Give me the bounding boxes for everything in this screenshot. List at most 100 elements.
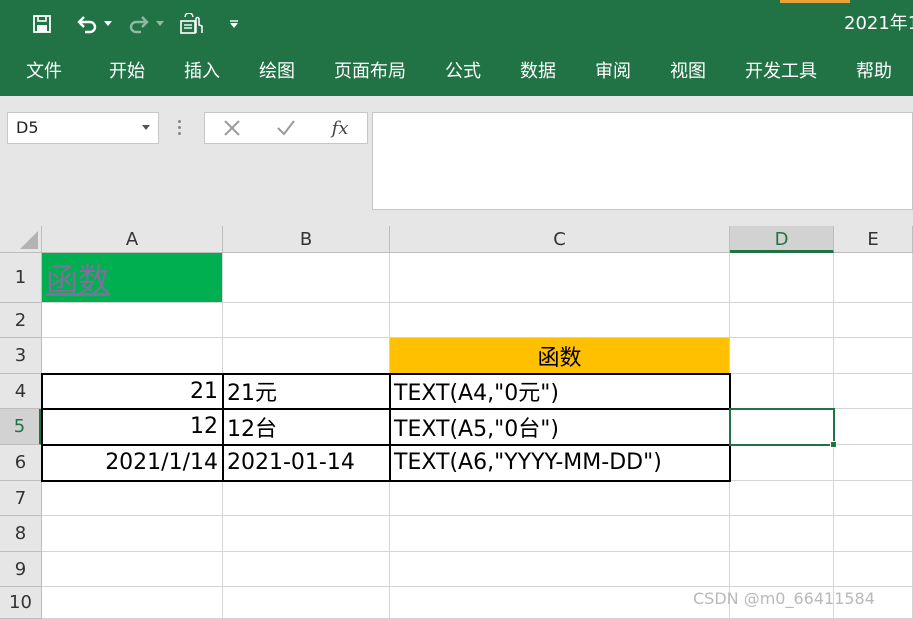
row-header-1[interactable]: 1 <box>0 253 42 303</box>
table-row-divider <box>41 444 731 446</box>
tab-help[interactable]: 帮助 <box>856 48 892 96</box>
tab-review[interactable]: 审阅 <box>595 48 631 96</box>
cell-d7[interactable] <box>730 481 834 516</box>
enter-check-icon <box>277 120 295 136</box>
redo-icon <box>129 16 149 34</box>
cell-c8[interactable] <box>390 516 730 552</box>
row-header-4[interactable]: 4 <box>0 374 42 409</box>
cell-c4[interactable]: TEXT(A4,"0元") <box>390 374 730 409</box>
row-header-6[interactable]: 6 <box>0 445 42 481</box>
cell-c7[interactable] <box>390 481 730 516</box>
cell-d3[interactable] <box>730 338 834 374</box>
insert-function-button[interactable]: fx <box>323 113 357 143</box>
title-bar: 2021年1 <box>0 0 913 48</box>
tab-formulas[interactable]: 公式 <box>445 48 481 96</box>
row-header-2[interactable]: 2 <box>0 303 42 338</box>
cell-a4[interactable]: 21 <box>42 374 223 409</box>
cell-c3[interactable]: 函数 <box>390 338 730 374</box>
column-header-b[interactable]: B <box>223 226 390 253</box>
name-box-value: D5 <box>16 118 39 137</box>
cell-b3[interactable] <box>223 338 390 374</box>
cell-d9[interactable] <box>730 552 834 587</box>
undo-button[interactable] <box>72 10 102 38</box>
fx-icon: fx <box>331 117 349 139</box>
tab-developer[interactable]: 开发工具 <box>745 48 817 96</box>
tab-insert[interactable]: 插入 <box>184 48 220 96</box>
name-box[interactable]: D5 <box>7 112 159 144</box>
row-header-10[interactable]: 10 <box>0 587 42 619</box>
cell-c2[interactable] <box>390 303 730 338</box>
cell-b10[interactable] <box>223 587 390 619</box>
cell-b8[interactable] <box>223 516 390 552</box>
active-cell-selection[interactable] <box>729 408 835 446</box>
cell-a10[interactable] <box>42 587 223 619</box>
tab-data[interactable]: 数据 <box>520 48 556 96</box>
cancel-x-icon <box>224 120 240 136</box>
tab-draw[interactable]: 绘图 <box>259 48 295 96</box>
cell-c6[interactable]: TEXT(A6,"YYYY-MM-DD") <box>390 445 730 481</box>
cell-b1[interactable] <box>223 253 390 303</box>
cell-a3[interactable] <box>42 338 223 374</box>
chevron-down-icon <box>104 21 112 26</box>
cell-b4[interactable]: 21元 <box>223 374 390 409</box>
cell-d4[interactable] <box>730 374 834 409</box>
row-header-8[interactable]: 8 <box>0 516 42 552</box>
cell-e6[interactable] <box>834 445 913 481</box>
row-header-5[interactable]: 5 <box>0 409 42 445</box>
chevron-down-icon[interactable] <box>142 125 150 130</box>
touch-mode-button[interactable] <box>176 10 206 38</box>
customize-quick-access-button[interactable] <box>226 10 242 38</box>
cell-e3[interactable] <box>834 338 913 374</box>
cancel-button[interactable] <box>219 113 245 143</box>
cell-a7[interactable] <box>42 481 223 516</box>
cell-e8[interactable] <box>834 516 913 552</box>
cell-a1[interactable]: 函数 <box>42 253 223 303</box>
cell-c1[interactable] <box>390 253 730 303</box>
row-header-9[interactable]: 9 <box>0 552 42 587</box>
column-header-d[interactable]: D <box>730 226 834 253</box>
row-header-7[interactable]: 7 <box>0 481 42 516</box>
cell-d2[interactable] <box>730 303 834 338</box>
cell-e5[interactable] <box>834 409 913 445</box>
cell-a6[interactable]: 2021/1/14 <box>42 445 223 481</box>
column-header-c[interactable]: C <box>390 226 730 253</box>
cell-d1[interactable] <box>730 253 834 303</box>
cell-b6[interactable]: 2021-01-14 <box>223 445 390 481</box>
cell-b9[interactable] <box>223 552 390 587</box>
tab-view[interactable]: 视图 <box>670 48 706 96</box>
row-header-3[interactable]: 3 <box>0 338 42 374</box>
fill-handle[interactable] <box>830 441 837 448</box>
cell-a9[interactable] <box>42 552 223 587</box>
cell-e4[interactable] <box>834 374 913 409</box>
cell-b2[interactable] <box>223 303 390 338</box>
formula-input[interactable] <box>372 112 913 210</box>
cell-c10[interactable] <box>390 587 730 619</box>
cell-a8[interactable] <box>42 516 223 552</box>
cell-b7[interactable] <box>223 481 390 516</box>
cell-e9[interactable] <box>834 552 913 587</box>
cell-b5[interactable]: 12台 <box>223 409 390 445</box>
cell-a2[interactable] <box>42 303 223 338</box>
enter-button[interactable] <box>273 113 299 143</box>
redo-button[interactable] <box>124 10 154 38</box>
cell-d8[interactable] <box>730 516 834 552</box>
tab-file[interactable]: 文件 <box>26 48 62 96</box>
column-header-e[interactable]: E <box>834 226 913 253</box>
cell-c5[interactable]: TEXT(A5,"0台") <box>390 409 730 445</box>
undo-dropdown-button[interactable] <box>102 10 114 38</box>
column-header-a[interactable]: A <box>42 226 223 253</box>
cell-a5[interactable]: 12 <box>42 409 223 445</box>
cell-e2[interactable] <box>834 303 913 338</box>
cell-e1[interactable] <box>834 253 913 303</box>
window-title: 2021年1 <box>844 13 913 34</box>
formula-buttons: fx <box>204 112 368 144</box>
tab-page-layout[interactable]: 页面布局 <box>334 48 406 96</box>
splitter-handle[interactable] <box>178 120 182 136</box>
redo-dropdown-button[interactable] <box>154 10 166 38</box>
cell-e7[interactable] <box>834 481 913 516</box>
cell-c9[interactable] <box>390 552 730 587</box>
tab-home[interactable]: 开始 <box>109 48 145 96</box>
cell-d6[interactable] <box>730 445 834 481</box>
select-all-corner[interactable] <box>0 226 42 253</box>
save-button[interactable] <box>28 10 56 38</box>
